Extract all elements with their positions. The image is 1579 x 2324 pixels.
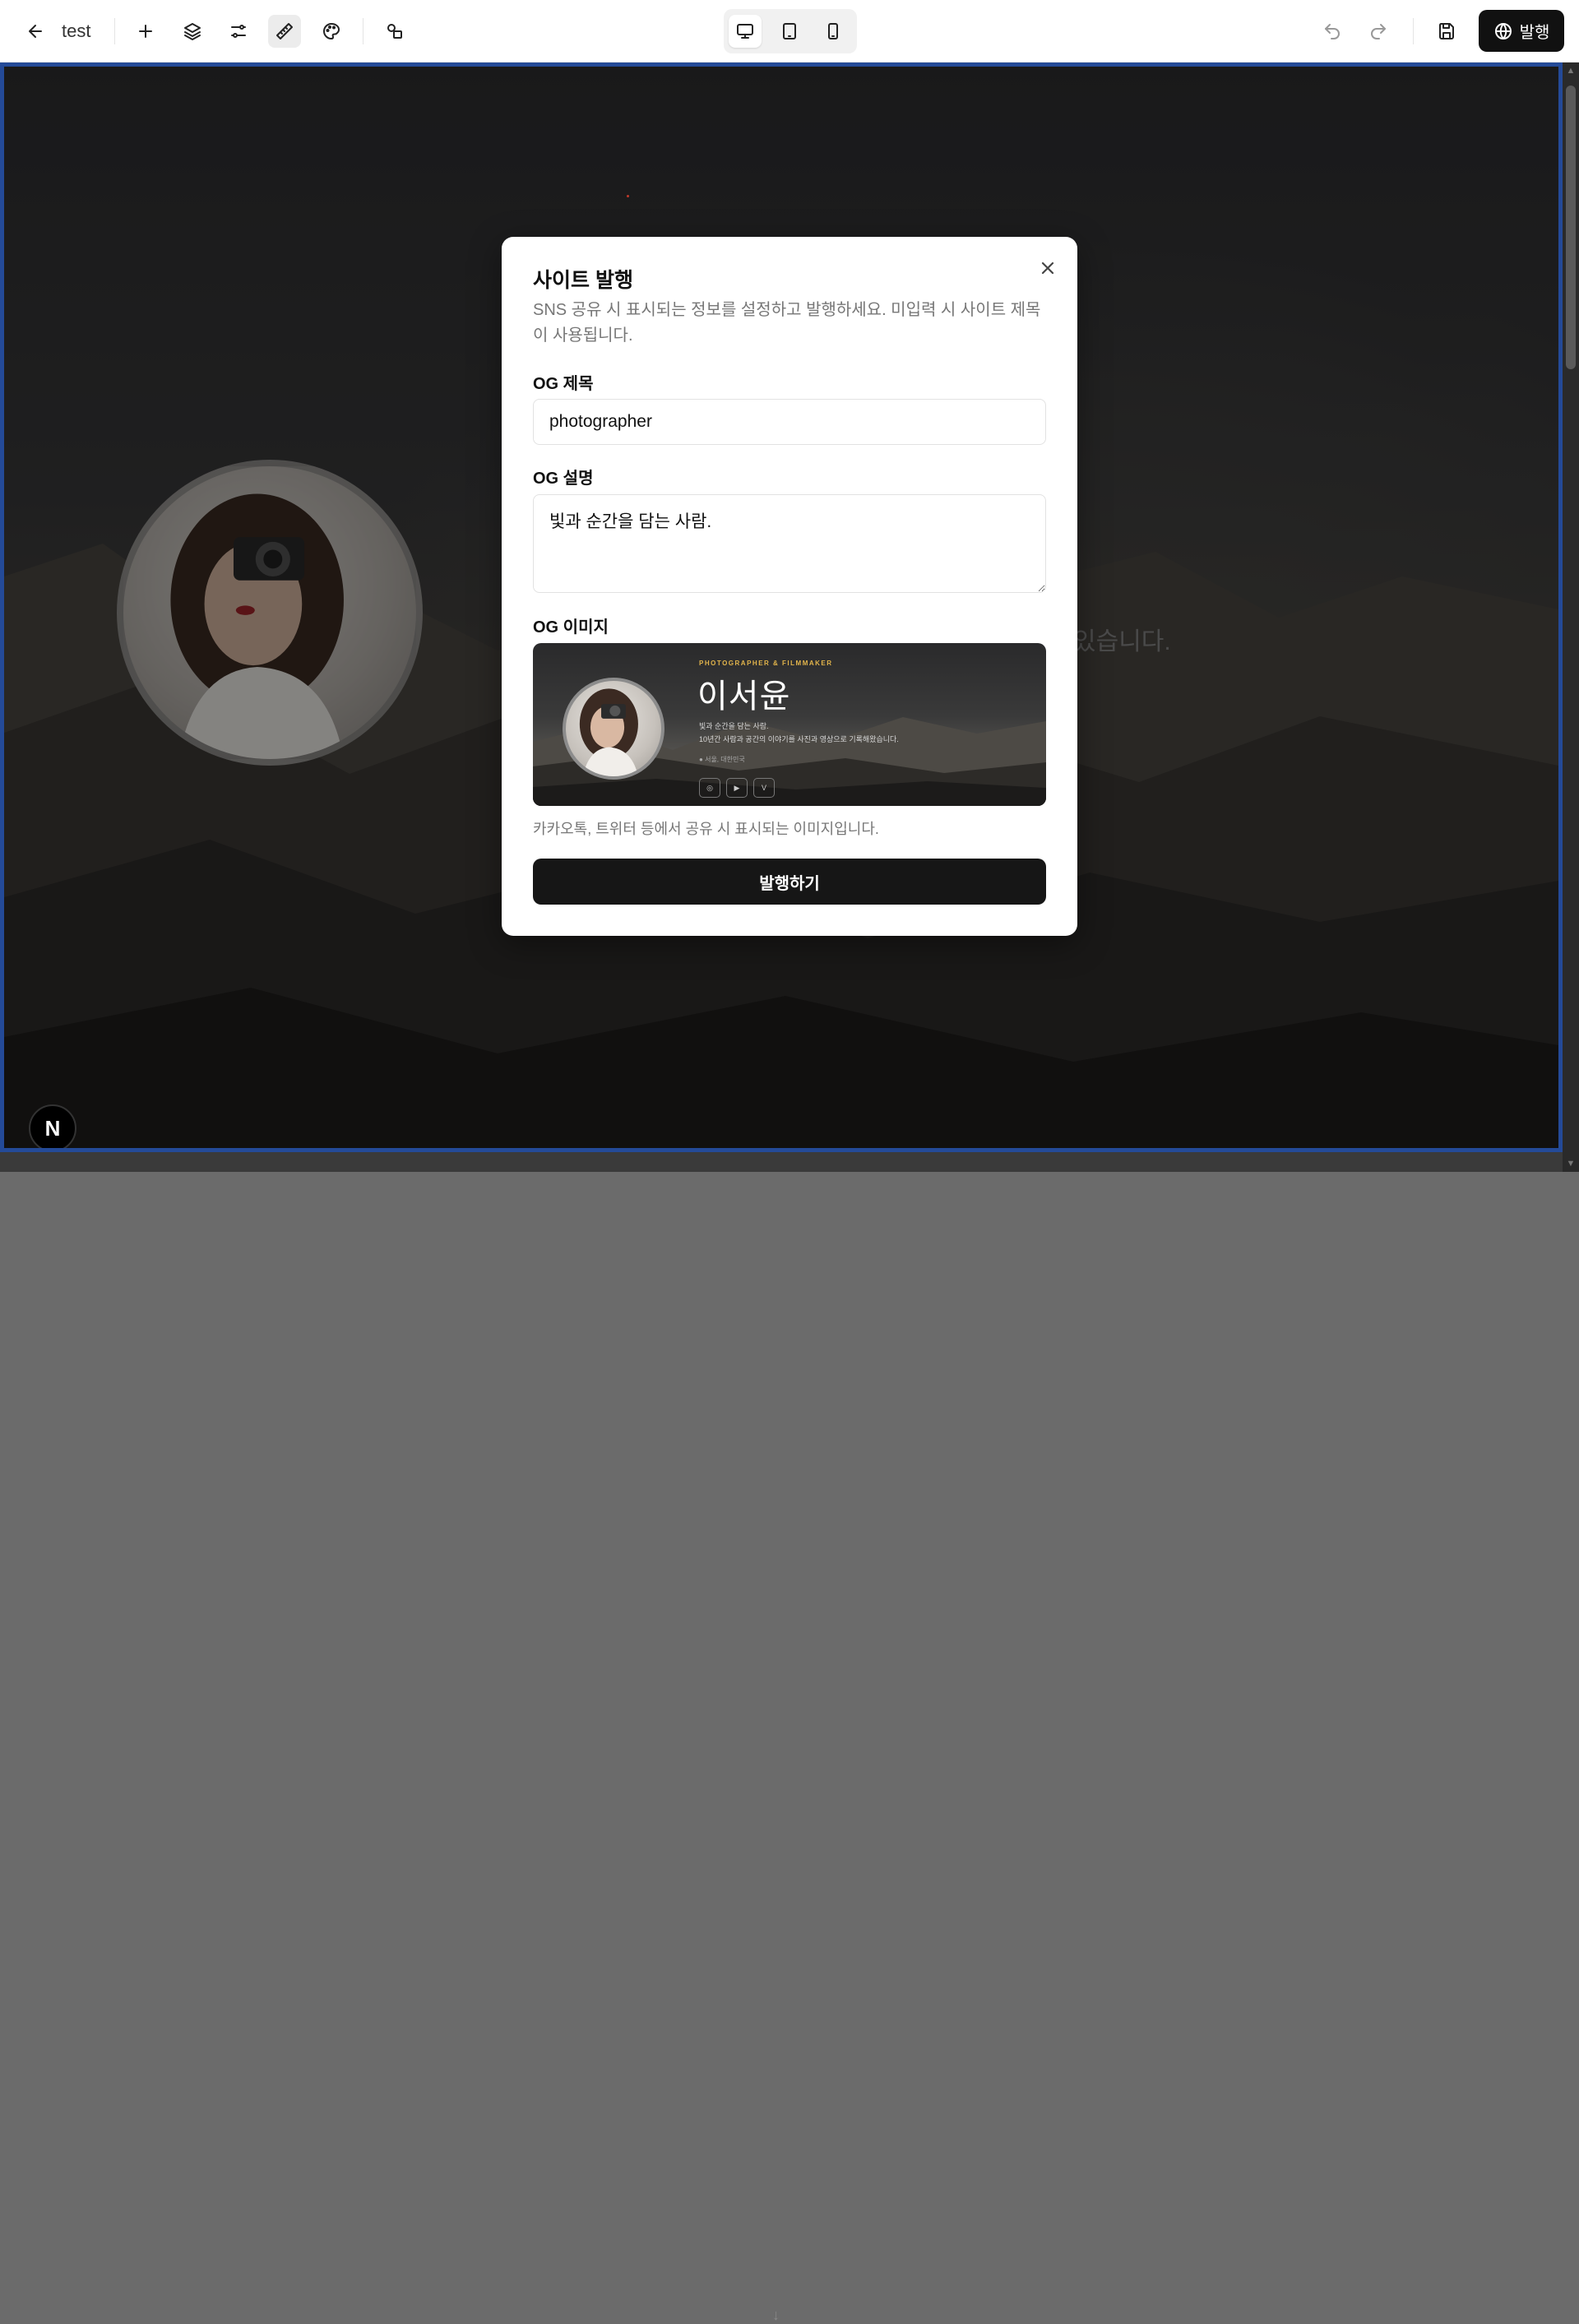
scroll-thumb[interactable] (1566, 86, 1576, 369)
publish-button[interactable]: 발행 (1479, 10, 1564, 52)
og-image-preview[interactable]: PHOTOGRAPHER & FILMMAKER 이서윤 빛과 순간을 담는 사… (533, 643, 1046, 806)
publish-site-dialog: 사이트 발행 SNS 공유 시 표시되는 정보를 설정하고 발행하세요. 미입력… (502, 237, 1077, 936)
og-location: ● 서울, 대한민국 (699, 755, 745, 764)
globe-icon (1494, 22, 1512, 39)
instagram-icon: ◎ (699, 778, 720, 798)
dialog-title: 사이트 발행 (533, 269, 633, 292)
og-title-input[interactable] (533, 399, 1046, 445)
shapes-icon[interactable] (378, 15, 411, 48)
arrow-left-icon[interactable] (19, 15, 52, 48)
og-image-label: OG 이미지 (533, 618, 609, 637)
publish-button-label: 발행 (1519, 24, 1550, 42)
undo-icon[interactable] (1316, 15, 1349, 48)
og-profile-photo (563, 678, 664, 780)
vimeo-icon: V (753, 778, 775, 798)
layers-icon[interactable] (176, 15, 209, 48)
toolbar-divider (114, 18, 115, 44)
plus-icon[interactable] (129, 15, 162, 48)
top-toolbar: test 발행 (0, 0, 1579, 62)
project-name: test (62, 21, 91, 41)
og-image-helper-text: 카카오톡, 트위터 등에서 공유 시 표시되는 이미지입니다. (533, 821, 879, 837)
device-switcher (724, 9, 857, 53)
n-badge-icon[interactable]: N (29, 1104, 76, 1148)
og-location-text: 서울, 대한민국 (705, 756, 745, 763)
palette-icon[interactable] (315, 15, 348, 48)
og-kicker-text: PHOTOGRAPHER & FILMMAKER (699, 660, 833, 667)
youtube-icon: ▶ (726, 778, 748, 798)
location-pin-icon: ● (699, 756, 703, 763)
mobile-icon[interactable] (817, 15, 850, 48)
ruler-icon[interactable] (268, 15, 301, 48)
sliders-icon[interactable] (222, 15, 255, 48)
cursor-dot (627, 195, 629, 197)
og-title-label: OG 제목 (533, 375, 594, 393)
og-name-heading: 이서윤 (697, 678, 791, 715)
desktop-icon[interactable] (729, 15, 762, 48)
og-bio: 10년간 사람과 공간의 이야기를 사진과 영상으로 기록해왔습니다. (699, 735, 899, 743)
og-description-textarea[interactable]: 빛과 순간을 담는 사람. (533, 494, 1046, 593)
scroll-down-icon[interactable]: ▼ (1566, 1159, 1576, 1169)
scroll-up-icon[interactable]: ▲ (1566, 66, 1576, 76)
og-social-icons: ◎ ▶ V (699, 778, 775, 798)
og-description-label: OG 설명 (533, 470, 594, 488)
save-icon[interactable] (1430, 15, 1463, 48)
dialog-description: SNS 공유 시 표시되는 정보를 설정하고 발행하세요. 미입력 시 사이트 … (533, 301, 1041, 345)
redo-icon[interactable] (1362, 15, 1395, 48)
canvas-bottom-strip: ↓ (0, 1152, 1563, 2323)
arrow-down-icon: ↓ (772, 2307, 780, 2323)
toolbar-divider (1413, 18, 1414, 44)
publish-submit-button[interactable]: 발행하기 (533, 859, 1046, 905)
og-tagline: 빛과 순간을 담는 사람. (699, 722, 769, 730)
tablet-icon[interactable] (773, 15, 806, 48)
canvas-scrollbar[interactable]: ▲ ▼ (1563, 62, 1579, 1172)
close-icon[interactable] (1036, 257, 1059, 280)
